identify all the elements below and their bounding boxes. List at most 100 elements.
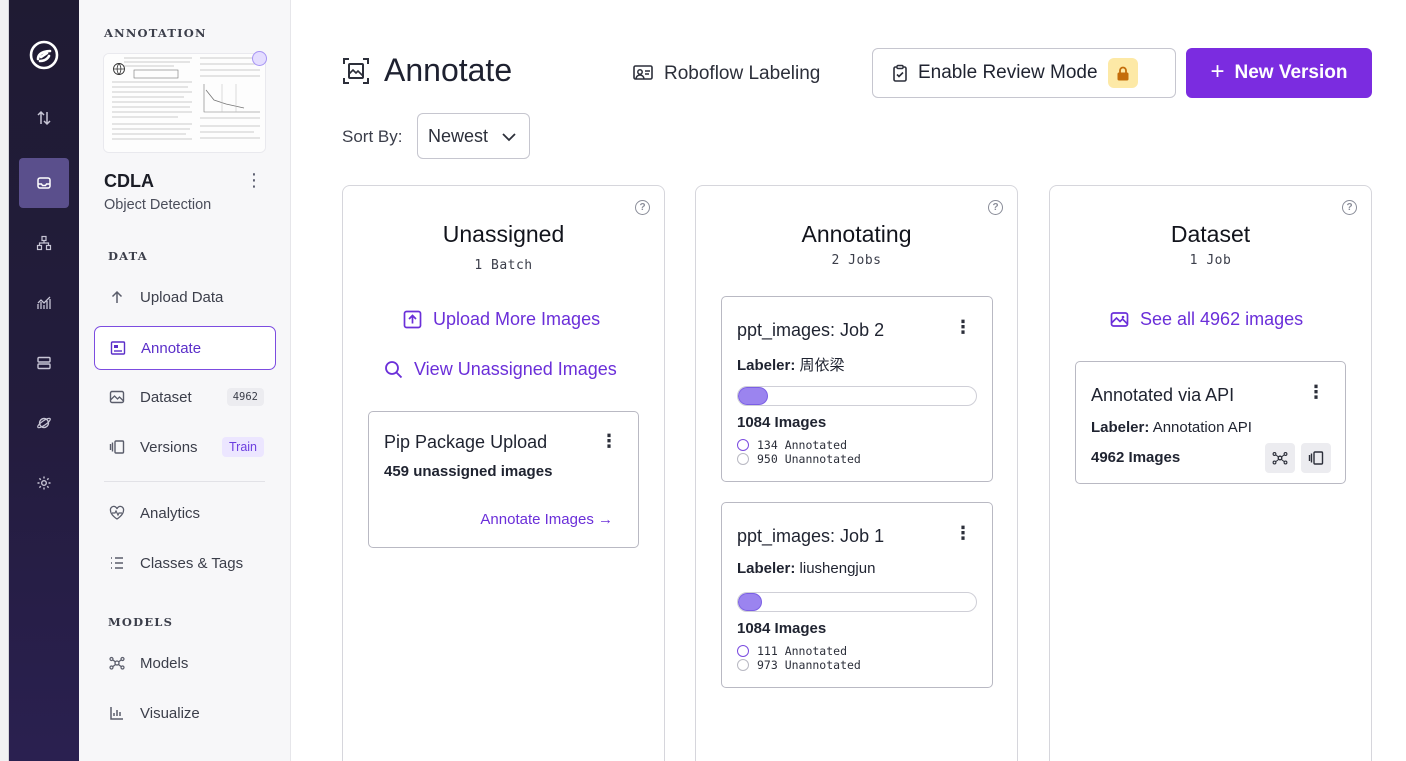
monitoring-icon[interactable] <box>19 278 69 328</box>
sidebar-item-classes-tags[interactable]: Classes & Tags <box>94 541 276 585</box>
job-progress-bar <box>737 592 977 612</box>
upload-more-images-label: Upload More Images <box>433 309 601 329</box>
deployments-icon[interactable] <box>19 338 69 388</box>
roboflow-labeling-label: Roboflow Labeling <box>664 63 821 84</box>
batch-title: Pip Package Upload <box>384 432 548 452</box>
column-title: Dataset <box>1170 221 1251 247</box>
new-version-button[interactable]: + New Version <box>1186 48 1372 98</box>
sidebar-item-visualize[interactable]: Visualize <box>94 691 276 735</box>
labeler-name: 周依梁 <box>799 357 845 374</box>
workflows-icon[interactable] <box>19 218 69 268</box>
unannotated-dot <box>737 453 749 465</box>
dataset-job-menu-button[interactable]: ⋮ <box>1307 382 1325 403</box>
help-icon[interactable]: ? <box>1342 200 1357 215</box>
job-progress-bar <box>737 386 977 406</box>
sort-by-value: Newest <box>428 125 489 146</box>
sidebar-item-label: Classes & Tags <box>140 554 244 572</box>
train-badge[interactable]: Train <box>221 437 264 457</box>
sidebar-item-label: Upload Data <box>140 288 224 306</box>
job-menu-button[interactable]: ⋮ <box>954 523 972 544</box>
unannotated-count: 950 Unannotated <box>757 452 861 466</box>
models-graph-icon[interactable] <box>1265 443 1295 473</box>
labeler-label: Labeler: <box>737 560 796 577</box>
dataset-count-badge: 4962 <box>226 388 264 406</box>
section-label-models: MODELS <box>108 615 174 629</box>
icon-rail <box>9 0 79 761</box>
annotated-count: 111 Annotated <box>757 644 848 658</box>
settings-gear-icon[interactable] <box>19 458 69 508</box>
models-icon <box>108 654 126 672</box>
job-progress-fill <box>738 593 763 611</box>
sidebar-item-analytics[interactable]: Analytics <box>94 491 276 535</box>
batch-menu-button[interactable]: ⋮ <box>600 431 618 452</box>
clipboard-check-icon <box>893 64 907 82</box>
view-unassigned-images-link[interactable]: View Unassigned Images <box>384 359 617 380</box>
unannotated-legend: 950 Unannotated <box>737 452 861 466</box>
column-subtitle: 1 Batch <box>474 258 533 273</box>
sidebar-item-label: Versions <box>140 438 198 456</box>
sidebar-item-label: Annotate <box>141 339 202 357</box>
job-progress-fill <box>738 387 768 405</box>
annotated-dot <box>737 439 749 451</box>
dataset-job-title: Annotated via API <box>1091 385 1235 405</box>
job-menu-button[interactable]: ⋮ <box>954 317 972 338</box>
roboflow-labeling-button[interactable]: Roboflow Labeling <box>632 58 820 90</box>
job-images-count: 1084 Images <box>737 620 827 637</box>
image-icon <box>108 388 126 406</box>
chevron-down-icon <box>502 133 516 142</box>
job-card[interactable]: ppt_images: Job 2 ⋮ Labeler: 周依梁 1084 Im… <box>721 296 993 482</box>
unannotated-legend: 973 Unannotated <box>737 658 861 672</box>
universe-icon[interactable] <box>19 398 69 448</box>
batch-card[interactable]: Pip Package Upload ⋮ 459 unassigned imag… <box>368 411 639 548</box>
images-icon <box>1110 312 1129 327</box>
upload-box-icon <box>403 310 422 329</box>
review-mode-label: Enable Review Mode <box>918 62 1098 83</box>
sidebar-item-dataset[interactable]: Dataset 4962 <box>94 375 276 419</box>
job-images-count: 1084 Images <box>737 414 827 431</box>
upload-icon <box>108 288 126 306</box>
project-menu-button[interactable]: ⋮ <box>245 170 263 191</box>
switch-workspace-icon[interactable] <box>19 93 69 143</box>
enable-review-mode-button[interactable]: Enable Review Mode <box>872 48 1176 98</box>
column-subtitle: 2 Jobs <box>831 253 882 268</box>
help-icon[interactable]: ? <box>635 200 650 215</box>
sort-by-select[interactable]: Newest <box>417 113 530 159</box>
unannotated-count: 973 Unannotated <box>757 658 861 672</box>
sidebar-item-annotate[interactable]: Annotate <box>94 326 276 370</box>
chart-icon <box>108 704 126 722</box>
sidebar-item-label: Dataset <box>140 388 192 406</box>
roboflow-logo-icon[interactable] <box>19 30 69 80</box>
annotated-legend: 111 Annotated <box>737 644 847 658</box>
upload-more-images-link[interactable]: Upload More Images <box>403 309 600 330</box>
heart-pulse-icon <box>108 504 126 522</box>
search-icon <box>385 361 403 379</box>
job-labeler: Labeler: 周依梁 <box>737 354 845 375</box>
column-title: Annotating <box>801 221 912 247</box>
plus-icon: + <box>1210 57 1225 85</box>
unannotated-dot <box>737 659 749 671</box>
list-icon <box>108 554 126 572</box>
column-annotating: ? Annotating 2 Jobs ppt_images: Job 2 ⋮ … <box>695 185 1018 761</box>
projects-inbox-icon[interactable] <box>19 158 69 208</box>
annotate-images-link[interactable]: Annotate Images → <box>480 511 613 528</box>
column-subtitle: 1 Job <box>1189 253 1232 268</box>
sidebar-item-label: Analytics <box>140 504 201 522</box>
project-thumbnail[interactable] <box>103 53 266 153</box>
help-icon[interactable]: ? <box>988 200 1003 215</box>
versions-stack-icon[interactable] <box>1301 443 1331 473</box>
labeler-name: Annotation API <box>1152 419 1252 436</box>
labeler-label: Labeler: <box>737 357 796 374</box>
section-label-data: DATA <box>108 249 148 263</box>
annotated-count: 134 Annotated <box>757 438 848 452</box>
sidebar-item-label: Visualize <box>140 704 200 722</box>
view-unassigned-images-label: View Unassigned Images <box>414 359 617 379</box>
sidebar-item-label: Models <box>140 654 189 672</box>
job-card[interactable]: ppt_images: Job 1 ⋮ Labeler: liushengjun… <box>721 502 993 688</box>
sidebar-item-versions[interactable]: Versions Train <box>94 425 276 469</box>
dataset-job-card[interactable]: Annotated via API ⋮ Labeler: Annotation … <box>1075 361 1346 484</box>
column-title: Unassigned <box>442 221 565 247</box>
lock-icon <box>1107 58 1138 88</box>
sidebar-item-upload-data[interactable]: Upload Data <box>94 275 276 319</box>
sidebar-item-models[interactable]: Models <box>94 641 276 685</box>
see-all-images-link[interactable]: See all 4962 images <box>1110 309 1303 330</box>
